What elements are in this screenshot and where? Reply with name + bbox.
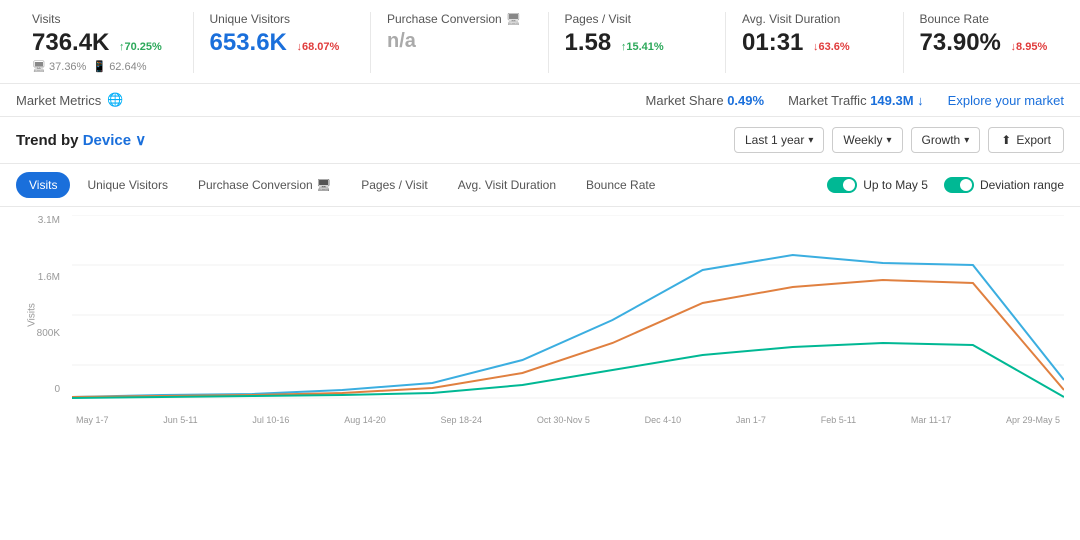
tab-bounce-rate[interactable]: Bounce Rate [573,172,668,198]
x-label-may: May 1-7 [76,415,109,425]
x-label-feb: Feb 5-11 [821,415,856,425]
x-label-dec: Dec 4-10 [645,415,682,425]
trend-title: Trend by Device ∨ [16,131,146,149]
metric-pc-label: Purchase Conversion 🖥 [387,12,532,26]
device-filter[interactable]: Device ∨ [83,132,147,149]
metric-pages-visit: Pages / Visit 1.58 ↑15.41% [549,12,727,73]
metric-purchase-conversion: Purchase Conversion 🖥 n/a [371,12,549,73]
metric-visits-sub: 🖥 37.36% 📱 62.64% [32,60,177,73]
export-button[interactable]: ⬆ Export [988,127,1064,153]
legend-deviation-label: Deviation range [980,178,1064,192]
x-label-apr: Apr 29-May 5 [1006,415,1060,425]
market-stats: Market Share 0.49% Market Traffic 149.3M… [646,93,1064,108]
metric-br-value: 73.90% [920,29,1001,56]
metric-visits-label: Visits [32,12,177,26]
market-share: Market Share 0.49% [646,93,765,108]
metric-pc-value: n/a [387,30,416,52]
x-label-jan: Jan 1-7 [736,415,766,425]
y-label-3m: 3.1M [38,215,60,226]
chart-line-green [72,343,1064,398]
metric-av-change: ↓63.6% [813,41,850,53]
y-axis-title: Visits [26,304,37,328]
tab-unique-visitors[interactable]: Unique Visitors [74,172,180,198]
weekly-dropdown[interactable]: Weekly ▾ [832,127,902,153]
market-traffic-value: 149.3M ↓ [870,93,923,108]
metric-pv-label: Pages / Visit [565,12,710,26]
tab-bar: Visits Unique Visitors Purchase Conversi… [0,164,1080,207]
metric-pv-change: ↑15.41% [621,41,664,53]
x-label-jul: Jul 10-16 [252,415,289,425]
toggle-up-to-may[interactable] [827,177,857,193]
tab-visits[interactable]: Visits [16,172,70,198]
x-axis-labels: May 1-7 Jun 5-11 Jul 10-16 Aug 14-20 Sep… [72,415,1064,425]
market-metrics-section: Market Metrics 🌐 [16,92,123,108]
globe-icon: 🌐 [107,92,123,108]
metric-br-label: Bounce Rate [920,12,1065,26]
chart-svg [72,215,1064,400]
metric-visits-value: 736.4K [32,29,109,56]
chevron-down-icon: ▾ [808,135,813,146]
metric-av-value: 01:31 [742,29,803,56]
market-metrics-label: Market Metrics [16,93,101,108]
growth-dropdown[interactable]: Growth ▾ [911,127,981,153]
upload-icon: ⬆ [1001,133,1011,147]
toggle-deviation[interactable] [944,177,974,193]
tab-legend: Up to May 5 Deviation range [827,177,1064,193]
chevron-down-icon: ▾ [964,135,969,146]
metric-bounce-rate: Bounce Rate 73.90% ↓8.95% [904,12,1080,73]
x-label-mar: Mar 11-17 [911,415,951,425]
last-year-dropdown[interactable]: Last 1 year ▾ [734,127,824,153]
tab-pages-visit[interactable]: Pages / Visit [348,172,440,198]
chevron-down-icon: ▾ [887,135,892,146]
market-bar: Market Metrics 🌐 Market Share 0.49% Mark… [0,84,1080,117]
chart-area: 3.1M 1.6M 800K 0 Visits May 1-7 Jun 5-11… [0,207,1080,437]
metric-visits-change: ↑70.25% [119,41,162,53]
metric-visits: Visits 736.4K ↑70.25% 🖥 37.36% 📱 62.64% [16,12,194,73]
metric-uv-change: ↓68.07% [297,41,340,53]
y-label-1m: 1.6M [38,272,60,283]
x-label-oct: Oct 30-Nov 5 [537,415,590,425]
y-label-800k: 800K [37,328,60,339]
metrics-bar: Visits 736.4K ↑70.25% 🖥 37.36% 📱 62.64% … [0,0,1080,84]
trend-controls: Last 1 year ▾ Weekly ▾ Growth ▾ ⬆ Export [734,127,1064,153]
metric-uv-label: Unique Visitors [210,12,355,26]
legend-up-to-may-label: Up to May 5 [863,178,928,192]
trend-header: Trend by Device ∨ Last 1 year ▾ Weekly ▾… [0,117,1080,164]
metric-avg-visit: Avg. Visit Duration 01:31 ↓63.6% [726,12,904,73]
tab-purchase-conversion[interactable]: Purchase Conversion 🖥 [185,172,344,198]
metric-uv-value: 653.6K [210,29,287,56]
metric-av-label: Avg. Visit Duration [742,12,887,26]
metric-br-change: ↓8.95% [1011,41,1048,53]
metric-pv-value: 1.58 [565,29,612,56]
market-share-value: 0.49% [727,93,764,108]
chart-line-blue [72,255,1064,397]
chart-line-orange [72,280,1064,397]
metric-unique-visitors: Unique Visitors 653.6K ↓68.07% [194,12,372,73]
legend-up-to-may: Up to May 5 [827,177,928,193]
x-label-sep: Sep 18-24 [441,415,483,425]
legend-deviation: Deviation range [944,177,1064,193]
y-label-0: 0 [54,384,60,395]
x-label-aug: Aug 14-20 [344,415,386,425]
tab-avg-visit-duration[interactable]: Avg. Visit Duration [445,172,569,198]
explore-market-link[interactable]: Explore your market [948,93,1064,108]
x-label-jun: Jun 5-11 [163,415,197,425]
market-traffic: Market Traffic 149.3M ↓ [788,93,924,108]
